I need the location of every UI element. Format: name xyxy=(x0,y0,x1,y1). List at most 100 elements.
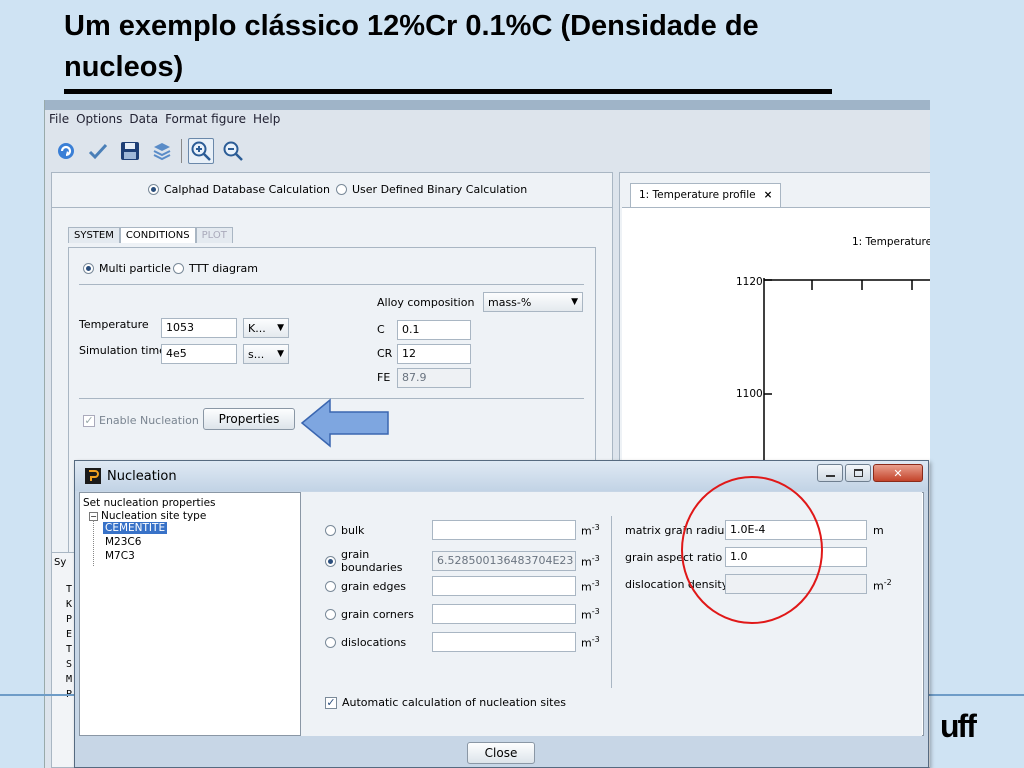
menu-format-figure[interactable]: Format figure xyxy=(165,112,246,132)
bulk-input[interactable] xyxy=(432,520,576,540)
simulation-time-label: Simulation time xyxy=(79,344,166,357)
tree-site-type[interactable]: − Nucleation site type xyxy=(89,510,206,522)
divider xyxy=(79,284,584,285)
title-underline xyxy=(64,89,832,94)
grain-boundaries-label: grain boundaries xyxy=(341,548,403,574)
close-window-button[interactable]: ✕ xyxy=(873,464,923,482)
multi-particle-option[interactable]: Multi particle xyxy=(83,262,171,275)
zoom-out-icon xyxy=(223,141,243,161)
composition-unit-value: mass-% xyxy=(488,295,532,309)
slide-title: Um exemplo clássico 12%Cr 0.1%C (Densida… xyxy=(64,6,964,88)
binary-radio[interactable] xyxy=(336,184,347,195)
chevron-down-icon: ▼ xyxy=(571,297,578,307)
dislocations-unit: m-3 xyxy=(581,635,600,650)
bulk-radio[interactable] xyxy=(325,524,336,536)
calphad-label: Calphad Database Calculation xyxy=(164,183,330,196)
alloy-composition-label: Alloy composition xyxy=(377,296,475,309)
window-titlebar xyxy=(45,100,930,110)
grain-corners-radio[interactable] xyxy=(325,608,336,620)
layers-button[interactable] xyxy=(149,138,175,164)
annotation-arrow xyxy=(300,398,389,448)
minimize-icon xyxy=(825,475,835,477)
element-label-c: C xyxy=(377,323,385,336)
tab-conditions[interactable]: CONDITIONS xyxy=(119,227,196,243)
toolbar xyxy=(53,136,246,166)
binary-option[interactable]: User Defined Binary Calculation xyxy=(336,183,527,196)
unit-base: m xyxy=(581,636,592,650)
menu-options[interactable]: Options xyxy=(76,112,122,132)
zoom-out-button[interactable] xyxy=(220,138,246,164)
simulation-time-unit-select[interactable]: s... ▼ xyxy=(243,344,289,364)
unit-base: m xyxy=(581,555,592,569)
nucleation-properties-panel: bulk m-3 grain boundaries 6.528500136483… xyxy=(300,492,922,736)
close-icon[interactable]: × xyxy=(764,189,773,202)
unit-exponent: -3 xyxy=(591,522,600,532)
maximize-button[interactable] xyxy=(845,464,871,482)
save-button[interactable] xyxy=(117,138,143,164)
unit-exponent: -3 xyxy=(591,578,600,588)
zoom-in-button[interactable] xyxy=(188,138,214,164)
check-icon xyxy=(88,143,108,160)
check-button[interactable] xyxy=(85,138,111,164)
dialog-titlebar: Nucleation ✕ xyxy=(75,461,928,491)
temperature-profile-tab-label: 1: Temperature profile xyxy=(639,189,756,201)
minimize-button[interactable] xyxy=(817,464,843,482)
element-input-fe: 87.9 xyxy=(397,368,471,388)
element-input-c[interactable]: 0.1 xyxy=(397,320,471,340)
console-tab[interactable]: Sy xyxy=(52,553,76,572)
auto-calc-checkbox[interactable]: ✓ xyxy=(325,696,337,709)
grain-edges-input[interactable] xyxy=(432,576,576,596)
menu-help[interactable]: Help xyxy=(253,112,280,132)
ttt-label: TTT diagram xyxy=(189,262,259,275)
annotation-circle xyxy=(681,476,823,624)
multi-particle-radio[interactable] xyxy=(83,263,94,274)
temperature-input[interactable]: 1053 xyxy=(161,318,237,338)
tree-item-label: CEMENTITE xyxy=(103,522,168,534)
dislocations-input[interactable] xyxy=(432,632,576,652)
tree-item-m23c6[interactable]: M23C6 xyxy=(105,536,141,548)
grain-boundaries-radio[interactable] xyxy=(325,555,336,567)
grain-corners-input[interactable] xyxy=(432,604,576,624)
ttt-radio[interactable] xyxy=(173,263,184,274)
tree-item-cementite[interactable]: CEMENTITE xyxy=(103,522,168,534)
plot-axes xyxy=(763,278,930,478)
enable-nucleation-option[interactable]: ✓ Enable Nucleation xyxy=(83,414,199,427)
temperature-unit-select[interactable]: K... ▼ xyxy=(243,318,289,338)
simulation-time-input[interactable]: 4e5 xyxy=(161,344,237,364)
dislocations-radio[interactable] xyxy=(325,636,336,648)
divider xyxy=(52,207,612,208)
calphad-option[interactable]: Calphad Database Calculation xyxy=(148,183,330,196)
close-button[interactable]: Close xyxy=(467,742,535,764)
simulation-time-unit-value: s... xyxy=(248,347,265,361)
slide-title-line-2: nucleos) xyxy=(64,51,184,83)
grain-edges-unit: m-3 xyxy=(581,579,600,594)
unit-exponent: -3 xyxy=(591,553,600,563)
enable-nucleation-label: Enable Nucleation xyxy=(99,414,199,427)
grain-edges-radio[interactable] xyxy=(325,580,336,592)
tree-line xyxy=(93,520,94,566)
tree-root[interactable]: Set nucleation properties xyxy=(83,497,216,509)
auto-calc-option[interactable]: ✓ Automatic calculation of nucleation si… xyxy=(325,696,566,709)
ttt-option[interactable]: TTT diagram xyxy=(173,262,258,275)
calphad-radio[interactable] xyxy=(148,184,159,195)
unit-base: m xyxy=(581,524,592,538)
properties-button[interactable]: Properties xyxy=(203,408,295,430)
bulk-unit: m-3 xyxy=(581,523,600,538)
composition-unit-select[interactable]: mass-% ▼ xyxy=(483,292,583,312)
element-input-cr[interactable]: 12 xyxy=(397,344,471,364)
tab-plot[interactable]: PLOT xyxy=(195,227,233,243)
toolbar-separator xyxy=(181,139,182,163)
enable-nucleation-checkbox[interactable]: ✓ xyxy=(83,414,95,427)
site-row-grain-edges: grain edges m-3 xyxy=(325,576,600,596)
unit-base: m xyxy=(581,580,592,594)
grain-boundaries-input: 6.528500136483704E23 xyxy=(432,551,576,571)
refresh-button[interactable] xyxy=(53,138,79,164)
tree-item-m7c3[interactable]: M7C3 xyxy=(105,550,135,562)
unit-base: m xyxy=(581,608,592,622)
maximize-icon xyxy=(853,469,863,477)
element-label-cr: CR xyxy=(377,347,393,360)
menu-data[interactable]: Data xyxy=(129,112,158,132)
menu-file[interactable]: File xyxy=(49,112,69,132)
tab-system[interactable]: SYSTEM xyxy=(68,227,120,243)
tab-temperature-profile[interactable]: 1: Temperature profile × xyxy=(630,183,782,207)
